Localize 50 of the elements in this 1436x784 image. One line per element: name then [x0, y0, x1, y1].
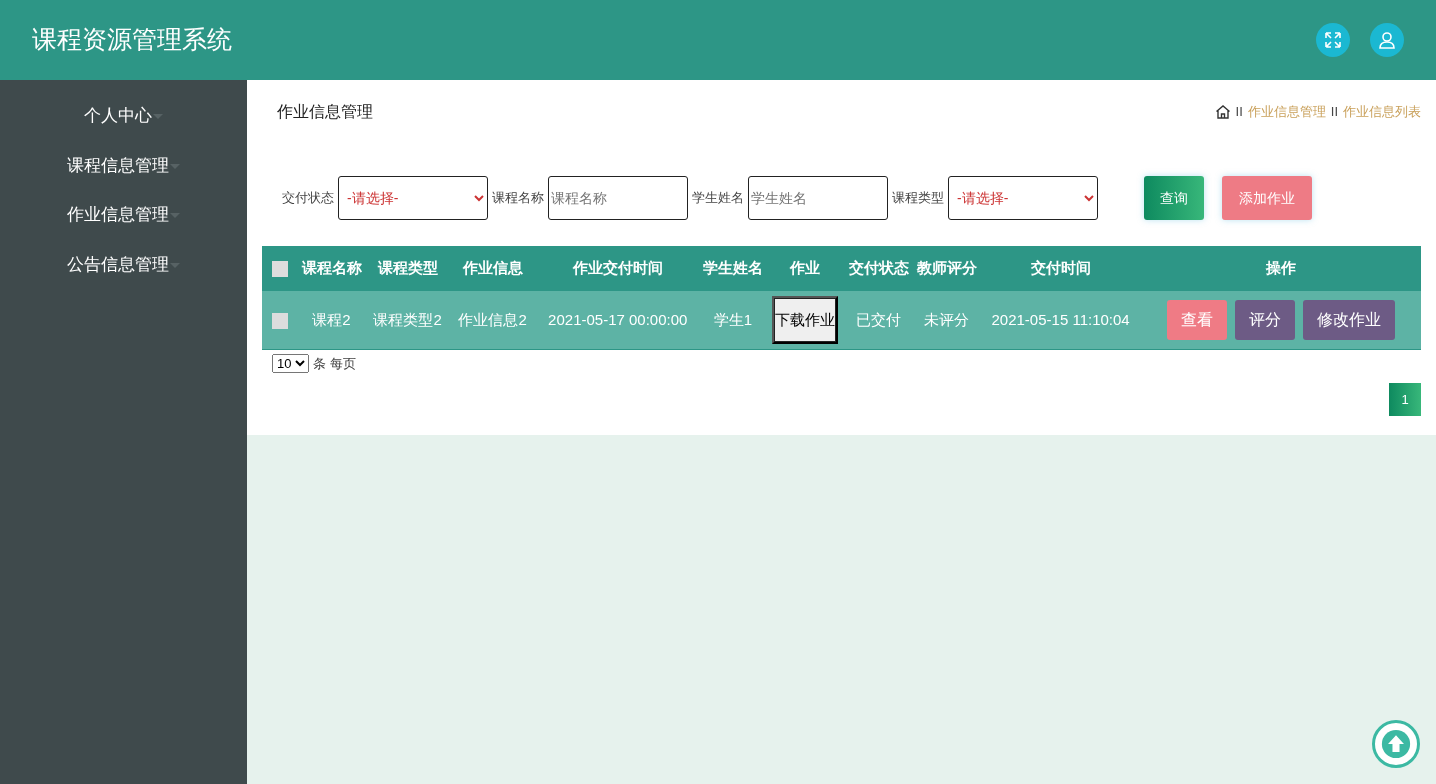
page-title: 作业信息管理 [277, 102, 373, 122]
page-size-label: 条 每页 [313, 354, 356, 373]
user-button[interactable] [1370, 23, 1404, 57]
page-button[interactable]: 1 [1389, 383, 1421, 416]
arrow-up-icon [1381, 727, 1411, 761]
column-header: 作业信息 [450, 246, 536, 291]
grade-button[interactable]: 评分 [1234, 299, 1295, 340]
page-size-select[interactable]: 10 [272, 353, 309, 373]
sidebar-item[interactable]: 作业信息管理 [61, 201, 186, 229]
filter-label: 学生姓名 [692, 189, 744, 208]
breadcrumb-separator: II [1235, 103, 1243, 122]
app-title: 课程资源管理系统 [32, 24, 232, 56]
home-icon[interactable] [1214, 104, 1231, 120]
table-cell: 未评分 [912, 291, 981, 349]
table-cell: 课程2 [298, 291, 366, 349]
column-header: 学生姓名 [700, 246, 766, 291]
filter-label: 交付状态 [282, 189, 334, 208]
sidebar-item[interactable]: 个人中心 [78, 102, 169, 130]
table-cell: 作业信息2 [450, 291, 536, 349]
table-cell: 学生1 [700, 291, 766, 349]
user-icon [1377, 30, 1397, 50]
checkbox[interactable] [272, 312, 288, 329]
column-header: 交付状态 [845, 246, 913, 291]
table-cell: 2021-05-15 11:10:04 [980, 291, 1141, 349]
input-field[interactable]: 课程名称 [548, 176, 688, 220]
column-header: 课程名称 [298, 246, 366, 291]
fullscreen-button[interactable] [1316, 23, 1350, 57]
column-header: 课程类型 [365, 246, 451, 291]
column-header: 作业 [765, 246, 846, 291]
select-field[interactable]: -请选择- [948, 176, 1098, 220]
expand-icon [1323, 30, 1343, 50]
select-field[interactable]: -请选择- [338, 176, 488, 220]
table-cell: 课程类型2 [365, 291, 451, 349]
edit-button[interactable]: 修改作业 [1302, 299, 1395, 340]
input-field[interactable]: 学生姓名 [748, 176, 888, 220]
breadcrumb-separator: II [1330, 103, 1338, 122]
column-header: 交付时间 [980, 246, 1141, 291]
column-header: 作业交付时间 [535, 246, 701, 291]
back-to-top-button[interactable] [1372, 720, 1420, 768]
table-cell: 已交付 [845, 291, 913, 349]
download-button[interactable]: 下载作业 [772, 295, 839, 344]
checkbox[interactable] [272, 261, 288, 278]
sidebar-item[interactable]: 课程信息管理 [61, 151, 186, 179]
search-button[interactable]: 查询 [1144, 176, 1204, 220]
filter-label: 课程类型 [892, 189, 944, 208]
column-header: 操作 [1140, 246, 1421, 291]
column-header: 教师评分 [912, 246, 981, 291]
table-cell: 2021-05-17 00:00:00 [535, 291, 701, 349]
sidebar-item[interactable]: 公告信息管理 [61, 250, 186, 278]
filter-label: 课程名称 [492, 189, 544, 208]
